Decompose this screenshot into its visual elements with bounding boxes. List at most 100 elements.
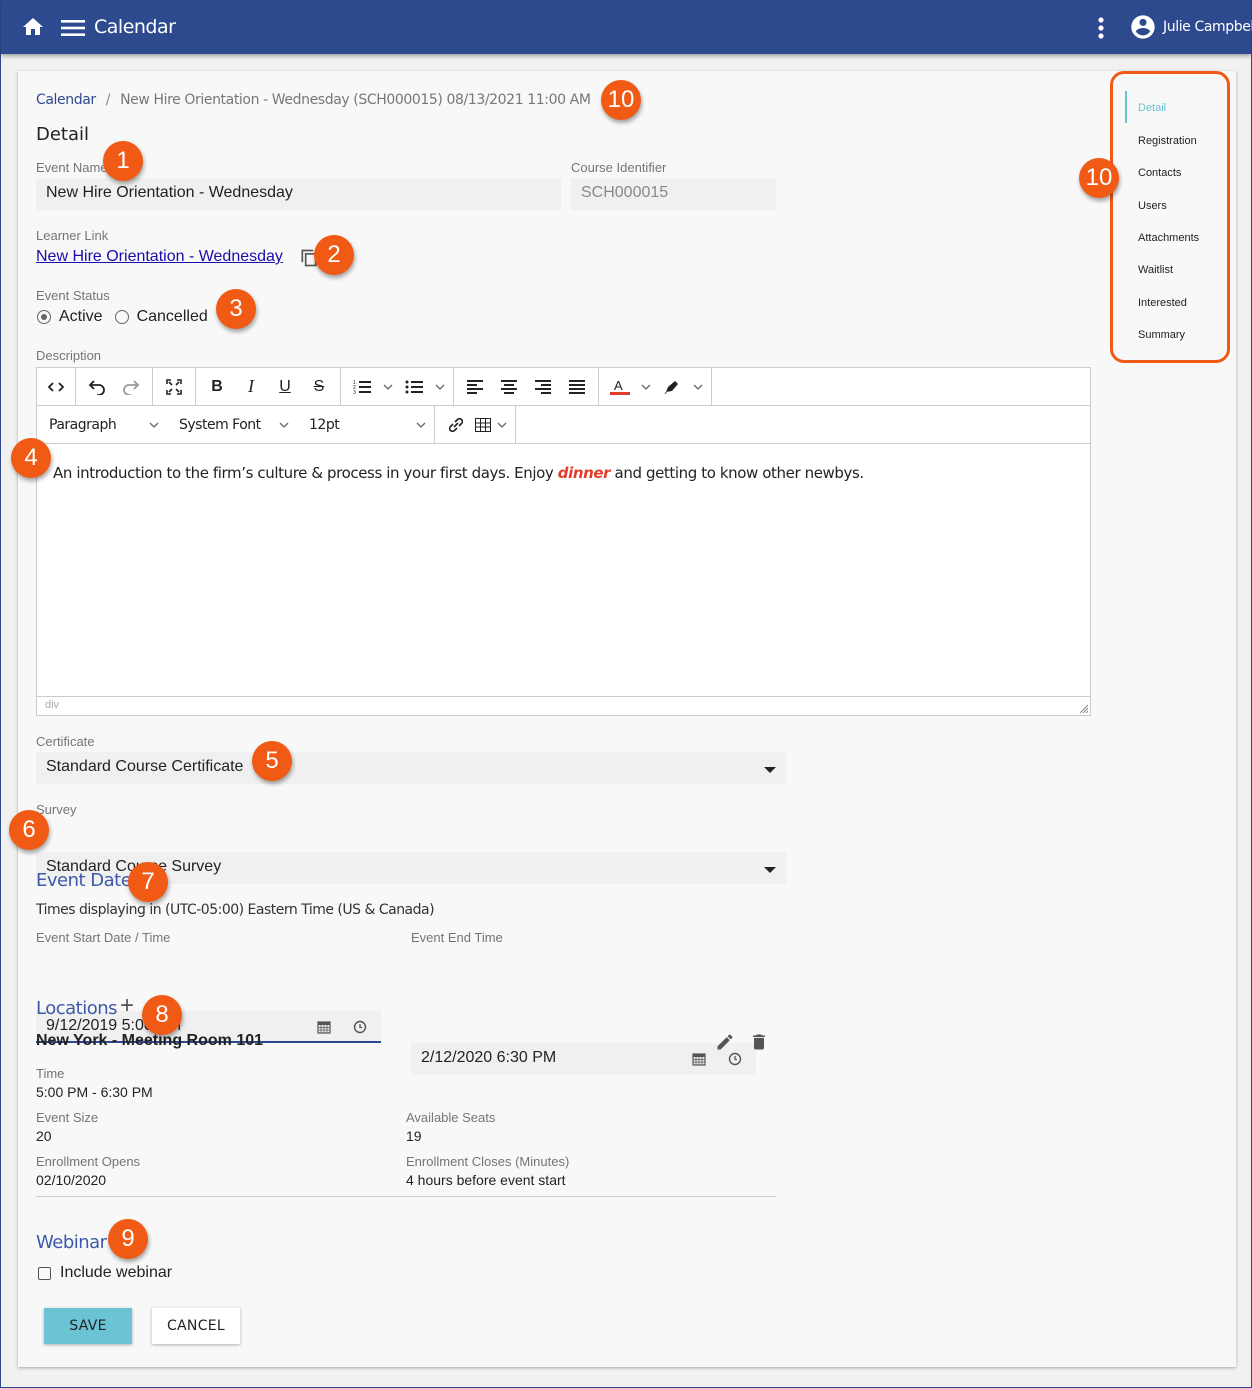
dropdown-arrow-icon bbox=[764, 867, 776, 873]
font-family-value: System Font bbox=[179, 416, 261, 433]
learner-link-label: Learner Link bbox=[36, 228, 109, 243]
breadcrumb-current: New Hire Orientation - Wednesday (SCH000… bbox=[120, 92, 591, 108]
align-right-button[interactable] bbox=[526, 372, 560, 402]
event-size-value: 20 bbox=[36, 1128, 52, 1144]
include-webinar-checkbox[interactable] bbox=[38, 1266, 51, 1280]
add-location-button[interactable]: + bbox=[120, 994, 134, 1018]
save-button[interactable]: SAVE bbox=[44, 1308, 132, 1344]
event-end-input[interactable]: 2/12/2020 6:30 PM bbox=[411, 1043, 756, 1075]
align-center-icon bbox=[501, 379, 517, 394]
block-format-value: Paragraph bbox=[49, 416, 117, 433]
side-nav-summary[interactable]: Summary bbox=[1138, 329, 1185, 341]
status-active-radio[interactable] bbox=[37, 310, 51, 324]
callout-badge-3: 3 bbox=[216, 289, 256, 329]
user-menu[interactable]: Julie Campbell bbox=[1129, 13, 1252, 41]
font-size-select[interactable]: 12pt bbox=[297, 406, 435, 443]
cancel-button[interactable]: CANCEL bbox=[152, 1308, 240, 1344]
align-left-button[interactable] bbox=[458, 372, 492, 402]
font-family-select[interactable]: System Font bbox=[167, 406, 297, 443]
callout-badge-1: 1 bbox=[103, 141, 143, 181]
chevron-down-icon bbox=[497, 422, 507, 428]
highlighter-icon bbox=[664, 380, 678, 394]
event-start-label: Event Start Date / Time bbox=[36, 930, 171, 945]
hamburger-menu-icon[interactable] bbox=[61, 18, 85, 38]
app-header: Calendar Julie Campbell bbox=[1, 1, 1252, 54]
callout-badge-4: 4 bbox=[11, 438, 51, 478]
breadcrumb-calendar-link[interactable]: Calendar bbox=[36, 92, 96, 108]
bold-button[interactable]: B bbox=[200, 372, 234, 402]
more-options-icon[interactable] bbox=[1097, 16, 1105, 40]
numbered-list-dropdown[interactable] bbox=[379, 372, 397, 402]
event-end-label: Event End Time bbox=[411, 930, 503, 945]
section-title: Detail bbox=[36, 124, 90, 145]
side-nav-interested[interactable]: Interested bbox=[1138, 297, 1187, 309]
source-code-button[interactable] bbox=[39, 372, 73, 402]
event-name-input[interactable]: New Hire Orientation - Wednesday bbox=[36, 178, 561, 210]
numbered-list-button[interactable]: 123 bbox=[345, 372, 379, 402]
side-nav-waitlist[interactable]: Waitlist bbox=[1138, 264, 1173, 276]
highlight-color-dropdown[interactable] bbox=[689, 372, 707, 402]
available-seats-value: 19 bbox=[406, 1128, 422, 1144]
certificate-label: Certificate bbox=[36, 734, 95, 749]
resize-handle-icon[interactable] bbox=[1078, 703, 1088, 713]
strikethrough-button[interactable]: S bbox=[302, 372, 336, 402]
editor-content[interactable]: An introduction to the firm’s culture & … bbox=[37, 446, 1090, 698]
event-status-label: Event Status bbox=[36, 288, 110, 303]
calendar-icon[interactable] bbox=[317, 1020, 331, 1034]
side-nav-attachments[interactable]: Attachments bbox=[1138, 232, 1199, 244]
callout-badge-8: 8 bbox=[142, 995, 182, 1035]
available-seats-label: Available Seats bbox=[406, 1110, 496, 1125]
block-format-select[interactable]: Paragraph bbox=[37, 406, 167, 443]
active-indicator bbox=[1125, 91, 1127, 123]
bullet-list-dropdown[interactable] bbox=[431, 372, 449, 402]
clock-icon[interactable] bbox=[353, 1020, 367, 1034]
insert-table-button[interactable] bbox=[473, 410, 493, 440]
align-justify-icon bbox=[569, 379, 585, 394]
chevron-down-icon bbox=[435, 384, 445, 390]
callout-badge-9: 9 bbox=[108, 1219, 148, 1259]
underline-button[interactable]: U bbox=[268, 372, 302, 402]
side-nav-detail[interactable]: Detail bbox=[1138, 102, 1166, 114]
callout-badge-2: 2 bbox=[314, 235, 354, 275]
highlight-color-button[interactable] bbox=[655, 372, 689, 402]
event-status-radio-group: Active Cancelled bbox=[37, 308, 208, 326]
side-nav-contacts[interactable]: Contacts bbox=[1138, 167, 1181, 179]
course-identifier-label: Course Identifier bbox=[571, 160, 667, 175]
enrollment-closes-value: 4 hours before event start bbox=[406, 1172, 566, 1188]
delete-trash-icon[interactable] bbox=[749, 1032, 769, 1052]
edit-pencil-icon[interactable] bbox=[715, 1032, 735, 1052]
learner-link[interactable]: New Hire Orientation - Wednesday bbox=[36, 248, 283, 266]
align-center-button[interactable] bbox=[492, 372, 526, 402]
location-divider bbox=[36, 1196, 776, 1197]
undo-icon bbox=[88, 379, 105, 395]
callout-badge-10-breadcrumb: 10 bbox=[601, 80, 641, 120]
description-text-start: An introduction to the firm’s culture & … bbox=[53, 464, 558, 482]
italic-button[interactable]: I bbox=[234, 372, 268, 402]
home-icon[interactable] bbox=[21, 15, 45, 39]
text-color-button[interactable]: A bbox=[603, 372, 637, 402]
bullet-list-button[interactable] bbox=[397, 372, 431, 402]
redo-button[interactable] bbox=[114, 372, 148, 402]
breadcrumb-separator: / bbox=[105, 92, 111, 108]
callout-badge-5: 5 bbox=[252, 741, 292, 781]
location-name: New York - Meeting Room 101 bbox=[36, 1032, 264, 1049]
user-name: Julie Campbell bbox=[1163, 19, 1252, 35]
fullscreen-icon bbox=[166, 378, 182, 395]
certificate-select[interactable]: Standard Course Certificate bbox=[36, 752, 786, 784]
undo-button[interactable] bbox=[80, 372, 114, 402]
event-size-label: Event Size bbox=[36, 1110, 99, 1125]
side-nav-users[interactable]: Users bbox=[1138, 200, 1167, 212]
calendar-icon[interactable] bbox=[692, 1052, 706, 1066]
clock-icon[interactable] bbox=[728, 1052, 742, 1066]
fullscreen-button[interactable] bbox=[157, 372, 191, 402]
insert-link-button[interactable] bbox=[439, 410, 473, 440]
editor-statusbar: div bbox=[37, 696, 1090, 715]
text-color-dropdown[interactable] bbox=[637, 372, 655, 402]
status-cancelled-radio[interactable] bbox=[114, 310, 129, 324]
description-emphasis: dinner bbox=[557, 464, 611, 482]
side-nav-registration[interactable]: Registration bbox=[1138, 135, 1197, 147]
insert-table-dropdown[interactable] bbox=[493, 410, 511, 440]
redo-icon bbox=[123, 379, 140, 395]
element-path[interactable]: div bbox=[45, 699, 59, 711]
justify-button[interactable] bbox=[560, 372, 594, 402]
